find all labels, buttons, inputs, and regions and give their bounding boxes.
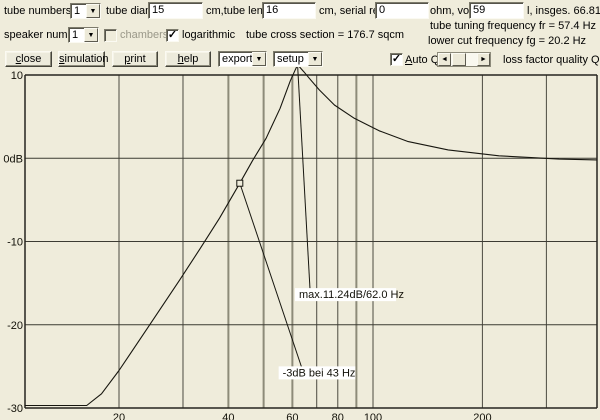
- x-axis-tick-label: 80: [332, 412, 344, 420]
- x-axis-tick-label: 200: [473, 412, 491, 420]
- scroll-right-icon[interactable]: ►: [477, 53, 490, 66]
- tube-length-input[interactable]: 16: [262, 2, 316, 19]
- serial-resistance-input[interactable]: 0: [375, 2, 429, 19]
- speaker-numbers-select[interactable]: 1 ▼: [68, 27, 99, 43]
- cutoff-frequency-label: lower cut frequency fg = 20.2 Hz: [428, 33, 586, 49]
- setup-select[interactable]: setup ▼: [273, 51, 323, 67]
- y-axis-tick-label: 0dB: [3, 153, 23, 165]
- qi-scrollbar-thumb[interactable]: [452, 53, 466, 66]
- x-axis-tick-label: 100: [364, 412, 382, 420]
- chevron-down-icon[interactable]: ▼: [308, 52, 322, 66]
- tuning-frequency-label: tube tuning frequency fr = 57.4 Hz: [430, 18, 596, 34]
- qi-scrollbar[interactable]: ◄ ►: [437, 52, 491, 67]
- tube-numbers-label: tube numbers :: [4, 3, 77, 19]
- minus3db-marker: [237, 180, 243, 186]
- export-value: export: [222, 53, 253, 66]
- speaker-numbers-value: 1: [72, 29, 78, 42]
- annotation-label: -3dB bei 43 Hz: [283, 367, 356, 379]
- tube-diameter-input[interactable]: 15: [148, 2, 203, 19]
- chambers-checkbox[interactable]: [104, 29, 117, 42]
- y-axis-tick-label: -30: [7, 403, 23, 415]
- y-axis-tick-label: 10: [11, 70, 23, 82]
- chambers-label: chambers: [120, 27, 168, 43]
- app-window: 100dB-10-20-3020406080100200max.11.24dB/…: [0, 0, 600, 420]
- close-button[interactable]: close: [5, 51, 52, 67]
- setup-value: setup: [277, 53, 304, 66]
- x-axis-tick-label: 40: [222, 412, 234, 420]
- annotation-leader-line: [298, 65, 310, 289]
- export-select[interactable]: export ▼: [218, 51, 267, 67]
- chevron-down-icon[interactable]: ▼: [252, 52, 266, 66]
- chevron-down-icon[interactable]: ▼: [84, 28, 98, 42]
- response-curve: [25, 65, 597, 406]
- total-volume-label: l, insges. 66.81: [527, 3, 600, 19]
- auto-qi-checkbox[interactable]: ✓: [390, 53, 403, 66]
- chevron-down-icon[interactable]: ▼: [86, 4, 100, 18]
- simulation-button[interactable]: simulation: [58, 51, 105, 67]
- x-axis-tick-label: 20: [113, 412, 125, 420]
- logarithmic-checkbox[interactable]: ✓: [166, 29, 179, 42]
- help-button[interactable]: help: [165, 51, 211, 67]
- y-axis-tick-label: -20: [7, 320, 23, 332]
- volume-input[interactable]: 59: [469, 2, 524, 19]
- annotation-label: max.11.24dB/62.0 Hz: [299, 289, 404, 301]
- tube-numbers-value: 1: [74, 5, 80, 18]
- cross-section-label: tube cross section = 176.7 sqcm: [246, 27, 404, 43]
- x-axis-tick-label: 60: [286, 412, 298, 420]
- tube-numbers-select[interactable]: 1 ▼: [70, 3, 101, 19]
- print-button[interactable]: print: [112, 51, 158, 67]
- logarithmic-label: logarithmic: [182, 27, 235, 43]
- scroll-left-icon[interactable]: ◄: [438, 53, 451, 66]
- loss-factor-label: loss factor quality QI = 8: [503, 52, 600, 68]
- y-axis-tick-label: -10: [7, 237, 23, 249]
